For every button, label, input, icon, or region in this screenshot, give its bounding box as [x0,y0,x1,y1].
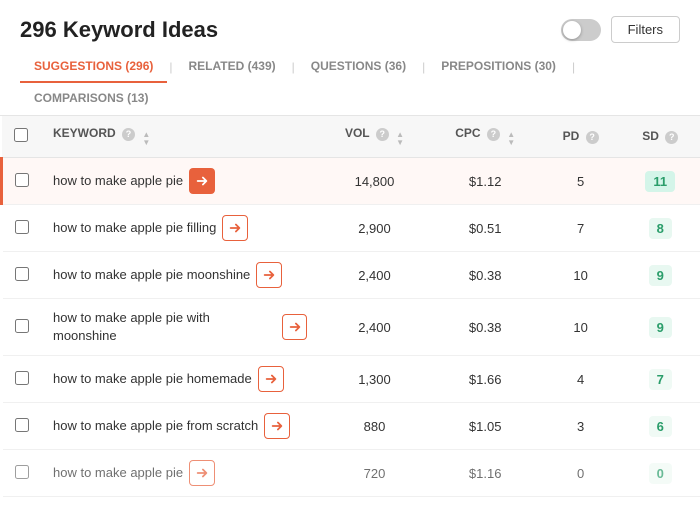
table-row: how to make apple pie720$1.1600 [2,450,700,497]
tab-related[interactable]: RELATED (439) [175,51,290,83]
table-row: how to make apple pie from scratch 880$1.… [2,403,700,450]
vol-value: 14,800 [319,158,429,205]
keyword-text: how to make apple pie filling [53,219,216,237]
keyword-arrow-button[interactable] [258,366,284,392]
keyword-arrow-button[interactable] [282,314,308,340]
col-vol: VOL ? ▲▼ [319,116,429,158]
vol-help-icon[interactable]: ? [376,128,389,141]
page-title: 296 Keyword Ideas [20,17,218,43]
keyword-text: how to make apple pie [53,464,183,482]
pd-value: 5 [541,158,621,205]
sd-value: 9 [620,299,700,356]
keyword-text: how to make apple pie [53,172,183,190]
keyword-help-icon[interactable]: ? [122,128,135,141]
row-checkbox[interactable] [15,173,29,187]
col-sd: SD ? [620,116,700,158]
table-row: how to make apple pie with moonshine 2,40… [2,299,700,356]
row-checkbox[interactable] [15,418,29,432]
vol-value: 880 [319,403,429,450]
tab-prepositions[interactable]: PREPOSITIONS (30) [427,51,570,83]
row-checkbox[interactable] [15,220,29,234]
tab-questions[interactable]: QUESTIONS (36) [297,51,420,83]
keyword-text: how to make apple pie from scratch [53,417,258,435]
filter-button[interactable]: Filters [611,16,680,43]
col-pd: PD ? [541,116,621,158]
col-cpc: CPC ? ▲▼ [430,116,541,158]
sd-value: 6 [620,403,700,450]
cpc-value: $0.38 [430,299,541,356]
sd-value: 8 [620,205,700,252]
cpc-value: $0.38 [430,252,541,299]
pd-value: 3 [541,403,621,450]
sd-value: 7 [620,356,700,403]
cpc-value: $0.51 [430,205,541,252]
pd-value: 7 [541,205,621,252]
sd-value: 11 [620,158,700,205]
tab-suggestions[interactable]: SUGGESTIONS (296) [20,51,167,83]
vol-value: 2,400 [319,252,429,299]
keyword-text: how to make apple pie homemade [53,370,252,388]
vol-value: 2,400 [319,299,429,356]
keyword-arrow-button[interactable] [222,215,248,241]
sd-help-icon[interactable]: ? [665,131,678,144]
cpc-value: $1.05 [430,403,541,450]
table-row: how to make apple pie homemade 1,300$1.66… [2,356,700,403]
pd-value: 0 [541,450,621,497]
table-row: how to make apple pie 14,800$1.12511 [2,158,700,205]
row-checkbox[interactable] [15,319,29,333]
col-keyword: KEYWORD ? ▲▼ [41,116,319,158]
keyword-arrow-button[interactable] [189,460,215,486]
pd-value: 10 [541,252,621,299]
row-checkbox[interactable] [15,465,29,479]
vol-value: 720 [319,450,429,497]
keyword-arrow-button[interactable] [189,168,215,194]
pd-help-icon[interactable]: ? [586,131,599,144]
select-all-checkbox[interactable] [14,128,28,142]
keyword-arrow-button[interactable] [264,413,290,439]
row-checkbox[interactable] [15,371,29,385]
vol-value: 2,900 [319,205,429,252]
cpc-value: $1.12 [430,158,541,205]
vol-value: 1,300 [319,356,429,403]
sd-value: 9 [620,252,700,299]
cpc-value: $1.16 [430,450,541,497]
keyword-arrow-button[interactable] [256,262,282,288]
pd-value: 4 [541,356,621,403]
tab-comparisons[interactable]: COMPARISONS (13) [20,83,162,115]
sd-value: 0 [620,450,700,497]
toggle[interactable] [561,19,601,41]
pd-value: 10 [541,299,621,356]
row-checkbox[interactable] [15,267,29,281]
keyword-text: how to make apple pie with moonshine [53,309,276,345]
cpc-value: $1.66 [430,356,541,403]
table-row: how to make apple pie moonshine 2,400$0.3… [2,252,700,299]
cpc-help-icon[interactable]: ? [487,128,500,141]
keyword-text: how to make apple pie moonshine [53,266,250,284]
table-container: KEYWORD ? ▲▼ VOL ? ▲▼ CPC ? ▲▼ PD ? SD ? [0,116,700,517]
header: 296 Keyword Ideas Filters [0,0,700,51]
tabs-bar: SUGGESTIONS (296) | RELATED (439) | QUES… [0,51,700,116]
table-row: how to make apple pie filling 2,900$0.517… [2,205,700,252]
